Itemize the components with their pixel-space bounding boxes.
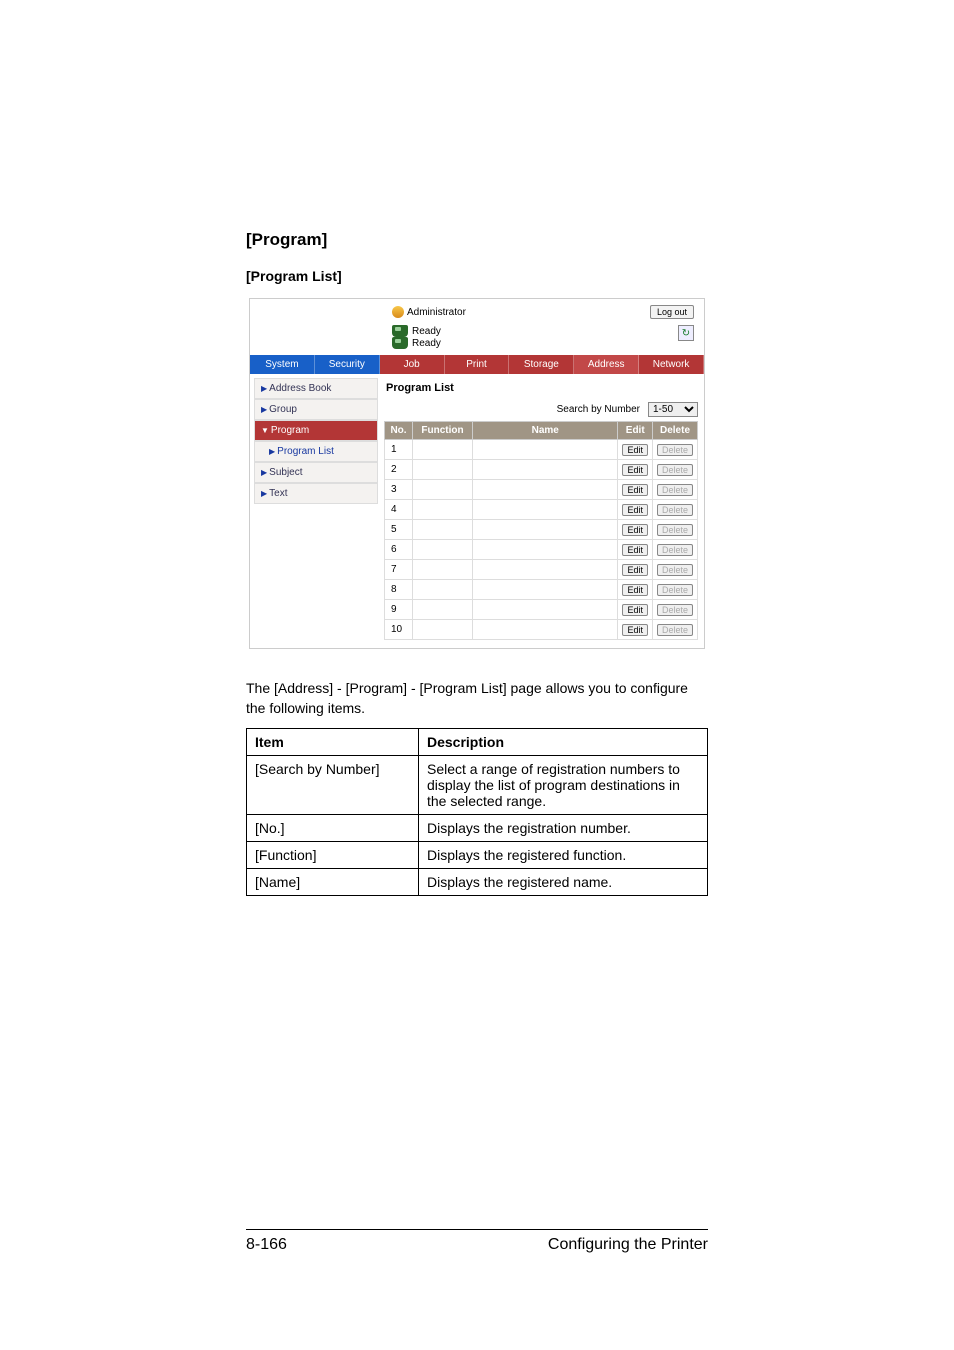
delete-button[interactable]: Delete — [657, 604, 693, 616]
edit-button[interactable]: Edit — [622, 624, 648, 636]
printer-status-icon — [392, 325, 408, 337]
sidebar-address-book[interactable]: ▶Address Book — [254, 378, 378, 399]
edit-button[interactable]: Edit — [622, 564, 648, 576]
tab-security[interactable]: Security — [315, 355, 380, 374]
footer-title: Configuring the Printer — [548, 1236, 708, 1254]
edit-button[interactable]: Edit — [622, 504, 648, 516]
delete-button[interactable]: Delete — [657, 464, 693, 476]
sidebar-text[interactable]: ▶Text — [254, 483, 378, 504]
sidebar-program-list[interactable]: ▶Program List — [254, 441, 378, 462]
edit-button[interactable]: Edit — [622, 484, 648, 496]
delete-button[interactable]: Delete — [657, 584, 693, 596]
tri-icon: ▶ — [261, 405, 267, 414]
search-by-number-label: Search by Number — [557, 404, 640, 415]
info-header-item: Item — [247, 729, 419, 756]
embedded-screenshot: Administrator Log out Ready Ready ↻ Syst… — [249, 298, 705, 649]
main-title: Program List — [384, 378, 698, 398]
status-ready-2: Ready — [412, 338, 441, 349]
delete-button[interactable]: Delete — [657, 544, 693, 556]
tri-icon: ▶ — [269, 447, 275, 456]
delete-button[interactable]: Delete — [657, 564, 693, 576]
table-row: 5EditDelete — [385, 520, 698, 540]
admin-icon — [392, 306, 404, 318]
edit-button[interactable]: Edit — [622, 544, 648, 556]
program-list-table: No. Function Name Edit Delete 1EditDelet… — [384, 421, 698, 640]
tab-network[interactable]: Network — [639, 355, 704, 374]
refresh-icon[interactable]: ↻ — [678, 325, 694, 341]
table-row: 4EditDelete — [385, 500, 698, 520]
page-description: The [Address] - [Program] - [Program Lis… — [246, 679, 708, 718]
tab-storage[interactable]: Storage — [509, 355, 574, 374]
delete-button[interactable]: Delete — [657, 484, 693, 496]
heading-program: [Program] — [246, 230, 708, 250]
sidebar-program[interactable]: ▼Program — [254, 420, 378, 441]
info-row: [Search by Number]Select a range of regi… — [247, 756, 708, 815]
edit-button[interactable]: Edit — [622, 604, 648, 616]
info-row: [Name]Displays the registered name. — [247, 869, 708, 896]
col-function: Function — [413, 422, 473, 440]
tab-address[interactable]: Address — [574, 355, 639, 374]
administrator-label: Administrator — [407, 307, 466, 318]
sidebar-subject[interactable]: ▶Subject — [254, 462, 378, 483]
logout-button[interactable]: Log out — [650, 305, 694, 319]
tri-icon: ▶ — [261, 384, 267, 393]
info-row: [Function]Displays the registered functi… — [247, 842, 708, 869]
tab-print[interactable]: Print — [445, 355, 510, 374]
delete-button[interactable]: Delete — [657, 444, 693, 456]
edit-button[interactable]: Edit — [622, 584, 648, 596]
table-row: 10EditDelete — [385, 620, 698, 640]
delete-button[interactable]: Delete — [657, 504, 693, 516]
col-name: Name — [473, 422, 618, 440]
table-row: 8EditDelete — [385, 580, 698, 600]
page-number: 8-166 — [246, 1236, 287, 1254]
page-footer: 8-166 Configuring the Printer — [246, 1229, 708, 1254]
tab-job[interactable]: Job — [380, 355, 445, 374]
tab-system[interactable]: System — [250, 355, 315, 374]
delete-button[interactable]: Delete — [657, 624, 693, 636]
info-header-desc: Description — [419, 729, 708, 756]
table-row: 6EditDelete — [385, 540, 698, 560]
info-table: Item Description [Search by Number]Selec… — [246, 728, 708, 896]
table-row: 1EditDelete — [385, 440, 698, 460]
col-delete: Delete — [652, 422, 697, 440]
tri-icon: ▶ — [261, 468, 267, 477]
down-icon: ▼ — [261, 426, 269, 435]
search-by-number-select[interactable]: 1-50 — [648, 402, 698, 417]
table-row: 9EditDelete — [385, 600, 698, 620]
delete-button[interactable]: Delete — [657, 524, 693, 536]
heading-program-list: [Program List] — [246, 268, 708, 284]
table-row: 3EditDelete — [385, 480, 698, 500]
edit-button[interactable]: Edit — [622, 464, 648, 476]
col-no: No. — [385, 422, 413, 440]
tri-icon: ▶ — [261, 489, 267, 498]
table-row: 2EditDelete — [385, 460, 698, 480]
scanner-status-icon — [392, 337, 408, 349]
edit-button[interactable]: Edit — [622, 524, 648, 536]
edit-button[interactable]: Edit — [622, 444, 648, 456]
status-ready-1: Ready — [412, 326, 441, 337]
table-row: 7EditDelete — [385, 560, 698, 580]
info-row: [No.]Displays the registration number. — [247, 815, 708, 842]
col-edit: Edit — [618, 422, 653, 440]
sidebar-group[interactable]: ▶Group — [254, 399, 378, 420]
